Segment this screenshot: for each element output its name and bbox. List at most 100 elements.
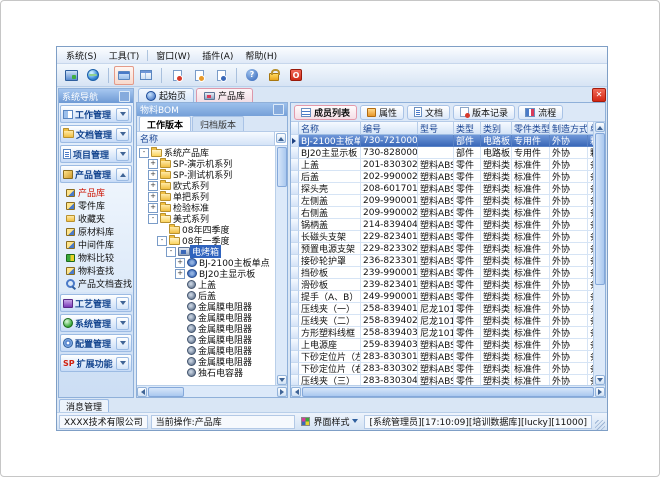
collapse-icon[interactable]: - (166, 247, 176, 257)
table-row[interactable]: BJ20主显示板730-828000-04X部件电路板专用件外协颗 (291, 147, 593, 159)
expand-icon[interactable]: + (175, 258, 185, 268)
table-row[interactable]: 压线夹（一）258-839401-00X尼龙1010零件塑料类标准件外协条 (291, 303, 593, 315)
tree-scroll-right-button[interactable] (277, 387, 287, 397)
table-row[interactable]: BJ-2100主板单点730-721000-12X部件电路板专用件外协颗 (291, 135, 593, 147)
grid-scroll-up-button[interactable] (595, 122, 605, 132)
grid-tab-流程[interactable]: 流程 (518, 105, 563, 120)
message-manager-tab[interactable]: 消息管理 (59, 399, 109, 412)
grid-scroll-down-button[interactable] (595, 375, 605, 385)
chevron-down-icon[interactable] (116, 357, 129, 370)
grid-scroll-right-button[interactable] (595, 387, 605, 397)
grid-tab-版本记录[interactable]: 版本记录 (453, 105, 515, 120)
tree-horizontal-scrollbar[interactable] (137, 385, 287, 397)
grid-column-header-编号[interactable]: 编号 (361, 122, 418, 135)
table-row[interactable]: 探头壳208-601701-01X塑料ABS零件塑料类标准件外协条 (291, 183, 593, 195)
grid-scroll-left-button[interactable] (291, 387, 301, 397)
table-row[interactable]: 右侧盖209-990002-01X塑料ABS零件塑料类标准件外协条 (291, 207, 593, 219)
tree-vertical-scrollbar[interactable] (275, 146, 287, 385)
grid-hscroll-thumb[interactable] (302, 387, 594, 397)
sidebar-group-1[interactable]: 文档管理 (60, 125, 132, 143)
menu-item-1[interactable]: 工具(T) (103, 48, 146, 63)
table-row[interactable]: 滑砂板239-823401-00X塑料ABS零件塑料类标准件外协条 (291, 279, 593, 291)
help-icon-button[interactable]: ? (242, 66, 262, 85)
expand-icon[interactable]: + (148, 159, 158, 169)
sidebar-group-5[interactable]: 系统管理 (60, 314, 132, 332)
grid-vertical-scrollbar[interactable] (593, 122, 605, 385)
tree-vscroll-thumb[interactable] (277, 147, 287, 187)
table-row[interactable]: 上电源座259-839403-00X塑料ABS零件塑料类标准件外协条 (291, 339, 593, 351)
chevron-down-icon[interactable] (116, 108, 129, 121)
expand-icon[interactable]: + (148, 181, 158, 191)
doc-new-icon-button[interactable] (167, 66, 187, 85)
expand-icon[interactable]: + (148, 203, 158, 213)
ui-style-dropdown[interactable]: 界面样式 (298, 415, 361, 428)
sidebar-item-产品文档查找[interactable]: 产品文档查找 (59, 277, 133, 290)
grid-tab-属性[interactable]: 属性 (360, 105, 404, 120)
doc-tab-产品库[interactable]: 产品库 (196, 88, 253, 102)
grid-column-header-零件类型[interactable]: 零件类型 (512, 122, 550, 135)
grid-column-header-名称[interactable]: 名称 (299, 122, 361, 135)
chevron-down-icon[interactable] (116, 337, 129, 350)
grid-column-header-制造方式[interactable]: 制造方式 (550, 122, 588, 135)
grid-column-header-型号[interactable]: 型号 (418, 122, 454, 135)
client-icon-button[interactable] (61, 66, 81, 85)
sidebar-group-4[interactable]: 工艺管理 (60, 294, 132, 312)
collapse-icon[interactable]: - (139, 148, 149, 158)
collapse-icon[interactable]: - (148, 214, 158, 224)
bom-panel-pin-button[interactable] (273, 104, 284, 115)
tree-column-header[interactable]: 名称 (137, 132, 275, 145)
tree-scroll-down-button[interactable] (277, 375, 287, 385)
grid-horizontal-scrollbar[interactable] (291, 385, 605, 397)
table-row[interactable]: 方形塑料线框258-839403-00X尼龙1010零件塑料类标准件外协条 (291, 327, 593, 339)
table-row[interactable]: 下砂定位片（右）283-830302-00X塑料ABS零件塑料类标准件外协条 (291, 363, 593, 375)
grid-tab-文档[interactable]: 文档 (407, 105, 450, 120)
folder-window-icon-button[interactable] (114, 66, 134, 85)
table-row[interactable]: 预置电源支架229-823302-00X塑料ABS零件塑料类标准件外协条 (291, 243, 593, 255)
version-tab-工作版本[interactable]: 工作版本 (139, 116, 191, 131)
menu-item-3[interactable]: 插件(A) (196, 48, 239, 63)
chevron-down-icon[interactable] (116, 148, 129, 161)
sidebar-options-button[interactable] (119, 91, 130, 102)
doc-open-icon-button[interactable] (189, 66, 209, 85)
sidebar-item-物料比较[interactable]: 物料比较 (59, 251, 133, 264)
grid-column-header-类型[interactable]: 类型 (454, 122, 481, 135)
resize-grip[interactable] (595, 420, 605, 430)
table-row[interactable]: 挡砂板239-990001-01X塑料ABS零件塑料类标准件外协条 (291, 267, 593, 279)
globe-icon-button[interactable] (83, 66, 103, 85)
expand-icon[interactable]: + (148, 170, 158, 180)
grid-column-header-类别[interactable]: 类别 (481, 122, 512, 135)
table-row[interactable]: 左侧盖209-990001-01X塑料ABS零件塑料类标准件外协条 (291, 195, 593, 207)
table-row[interactable]: 长磁头支架229-823401-00X塑料ABS零件塑料类标准件外协条 (291, 231, 593, 243)
sidebar-item-收藏夹[interactable]: 收藏夹 (59, 212, 133, 225)
table-row[interactable]: 压线夹（三）283-830304-00X塑料ABS零件塑料类标准件外协条 (291, 375, 593, 385)
chevron-down-icon[interactable] (116, 297, 129, 310)
grid-tab-成员列表[interactable]: 成员列表 (294, 105, 357, 120)
exit-icon-button[interactable]: O (286, 66, 306, 85)
grid-vscroll-thumb[interactable] (595, 133, 605, 285)
table-row[interactable]: 上盖201-830302-00X塑料ABS零件塑料类标准件外协条 (291, 159, 593, 171)
sidebar-item-产品库[interactable]: 产品库 (59, 186, 133, 199)
version-tab-归档版本[interactable]: 归档版本 (192, 116, 244, 131)
menu-item-4[interactable]: 帮助(H) (239, 48, 283, 63)
table-row[interactable]: 接砂轮护罩236-823301-00X塑料ABS零件塑料类标准件外协条 (291, 255, 593, 267)
sidebar-group-6[interactable]: 配置管理 (60, 334, 132, 352)
sidebar-item-原材料库[interactable]: 原材料库 (59, 225, 133, 238)
sidebar-item-中间件库[interactable]: 中间件库 (59, 238, 133, 251)
tree-node-20[interactable]: 独石电容器 (137, 367, 275, 378)
expand-icon[interactable]: + (175, 269, 185, 279)
tree-scroll-up-button[interactable] (276, 133, 286, 143)
table-row[interactable]: 提手（A、B）249-990001-01X塑料ABS零件塑料类标准件外协条 (291, 291, 593, 303)
grid-window-icon-button[interactable] (136, 66, 156, 85)
collapse-icon[interactable]: - (157, 236, 167, 246)
doc-find-icon-button[interactable] (211, 66, 231, 85)
sidebar-group-7[interactable]: SP扩展功能 (60, 354, 132, 372)
table-row[interactable]: 下砂定位片（左）283-830301-00X塑料ABS零件塑料类标准件外协条 (291, 351, 593, 363)
chevron-down-icon[interactable] (116, 317, 129, 330)
lock-icon-button[interactable] (264, 66, 284, 85)
chevron-up-icon[interactable] (116, 168, 129, 181)
doc-tab-起始页[interactable]: 起始页 (138, 88, 194, 102)
sidebar-item-物料查找[interactable]: 物料查找 (59, 264, 133, 277)
close-icon[interactable]: ✕ (592, 88, 606, 102)
menu-item-2[interactable]: 窗口(W) (150, 48, 196, 63)
sidebar-group-3[interactable]: 产品管理 (60, 165, 132, 183)
